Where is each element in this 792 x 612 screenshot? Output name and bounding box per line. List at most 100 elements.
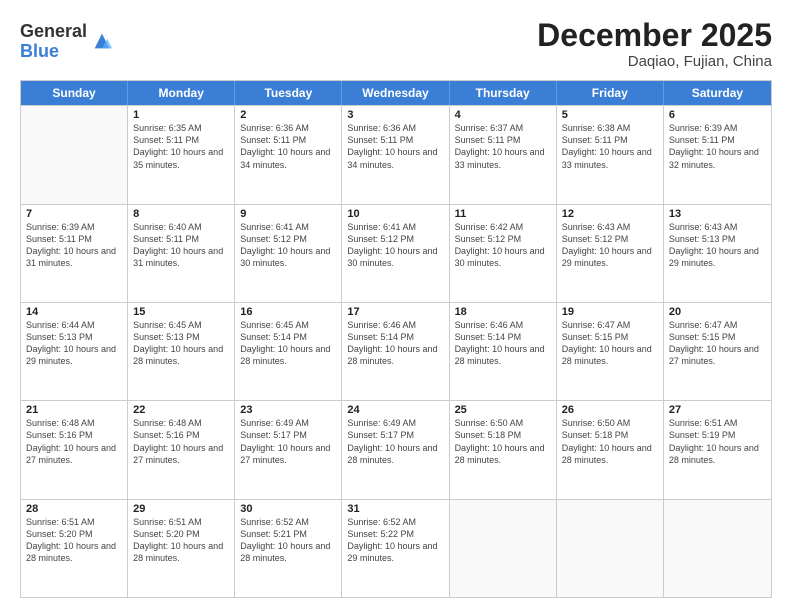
day-number: 8 xyxy=(133,208,229,220)
day-info: Sunrise: 6:51 AM Sunset: 5:20 PM Dayligh… xyxy=(26,516,122,565)
day-number: 19 xyxy=(562,306,658,318)
calendar-cell: 28Sunrise: 6:51 AM Sunset: 5:20 PM Dayli… xyxy=(21,500,128,597)
header-day-sunday: Sunday xyxy=(21,81,128,105)
calendar-cell: 26Sunrise: 6:50 AM Sunset: 5:18 PM Dayli… xyxy=(557,401,664,498)
calendar-row: 1Sunrise: 6:35 AM Sunset: 5:11 PM Daylig… xyxy=(21,105,771,203)
header: General Blue December 2025 Daqiao, Fujia… xyxy=(20,18,772,70)
day-info: Sunrise: 6:44 AM Sunset: 5:13 PM Dayligh… xyxy=(26,319,122,368)
calendar-cell: 9Sunrise: 6:41 AM Sunset: 5:12 PM Daylig… xyxy=(235,205,342,302)
day-number: 1 xyxy=(133,109,229,121)
calendar-cell: 25Sunrise: 6:50 AM Sunset: 5:18 PM Dayli… xyxy=(450,401,557,498)
calendar-cell: 21Sunrise: 6:48 AM Sunset: 5:16 PM Dayli… xyxy=(21,401,128,498)
calendar-cell xyxy=(557,500,664,597)
day-info: Sunrise: 6:46 AM Sunset: 5:14 PM Dayligh… xyxy=(455,319,551,368)
day-info: Sunrise: 6:48 AM Sunset: 5:16 PM Dayligh… xyxy=(26,417,122,466)
day-number: 30 xyxy=(240,503,336,515)
day-info: Sunrise: 6:39 AM Sunset: 5:11 PM Dayligh… xyxy=(669,122,766,171)
calendar-cell: 1Sunrise: 6:35 AM Sunset: 5:11 PM Daylig… xyxy=(128,106,235,203)
day-number: 23 xyxy=(240,404,336,416)
day-number: 9 xyxy=(240,208,336,220)
day-number: 5 xyxy=(562,109,658,121)
calendar-cell: 15Sunrise: 6:45 AM Sunset: 5:13 PM Dayli… xyxy=(128,303,235,400)
day-info: Sunrise: 6:47 AM Sunset: 5:15 PM Dayligh… xyxy=(562,319,658,368)
calendar-cell: 22Sunrise: 6:48 AM Sunset: 5:16 PM Dayli… xyxy=(128,401,235,498)
day-info: Sunrise: 6:50 AM Sunset: 5:18 PM Dayligh… xyxy=(455,417,551,466)
logo-general: General xyxy=(20,22,87,42)
day-info: Sunrise: 6:52 AM Sunset: 5:22 PM Dayligh… xyxy=(347,516,443,565)
header-day-monday: Monday xyxy=(128,81,235,105)
day-number: 4 xyxy=(455,109,551,121)
day-number: 17 xyxy=(347,306,443,318)
day-info: Sunrise: 6:43 AM Sunset: 5:12 PM Dayligh… xyxy=(562,221,658,270)
day-number: 7 xyxy=(26,208,122,220)
day-number: 27 xyxy=(669,404,766,416)
day-number: 6 xyxy=(669,109,766,121)
day-info: Sunrise: 6:37 AM Sunset: 5:11 PM Dayligh… xyxy=(455,122,551,171)
calendar-header: SundayMondayTuesdayWednesdayThursdayFrid… xyxy=(21,81,771,105)
day-number: 18 xyxy=(455,306,551,318)
calendar-cell: 12Sunrise: 6:43 AM Sunset: 5:12 PM Dayli… xyxy=(557,205,664,302)
day-number: 16 xyxy=(240,306,336,318)
day-info: Sunrise: 6:49 AM Sunset: 5:17 PM Dayligh… xyxy=(240,417,336,466)
calendar-row: 21Sunrise: 6:48 AM Sunset: 5:16 PM Dayli… xyxy=(21,400,771,498)
day-info: Sunrise: 6:38 AM Sunset: 5:11 PM Dayligh… xyxy=(562,122,658,171)
month-title: December 2025 xyxy=(537,18,772,53)
day-info: Sunrise: 6:40 AM Sunset: 5:11 PM Dayligh… xyxy=(133,221,229,270)
day-number: 13 xyxy=(669,208,766,220)
day-info: Sunrise: 6:41 AM Sunset: 5:12 PM Dayligh… xyxy=(240,221,336,270)
calendar-cell: 24Sunrise: 6:49 AM Sunset: 5:17 PM Dayli… xyxy=(342,401,449,498)
day-info: Sunrise: 6:50 AM Sunset: 5:18 PM Dayligh… xyxy=(562,417,658,466)
calendar-row: 7Sunrise: 6:39 AM Sunset: 5:11 PM Daylig… xyxy=(21,204,771,302)
calendar-cell: 23Sunrise: 6:49 AM Sunset: 5:17 PM Dayli… xyxy=(235,401,342,498)
day-info: Sunrise: 6:47 AM Sunset: 5:15 PM Dayligh… xyxy=(669,319,766,368)
calendar-cell: 27Sunrise: 6:51 AM Sunset: 5:19 PM Dayli… xyxy=(664,401,771,498)
calendar-cell: 20Sunrise: 6:47 AM Sunset: 5:15 PM Dayli… xyxy=(664,303,771,400)
calendar-cell: 8Sunrise: 6:40 AM Sunset: 5:11 PM Daylig… xyxy=(128,205,235,302)
calendar-body: 1Sunrise: 6:35 AM Sunset: 5:11 PM Daylig… xyxy=(21,105,771,597)
day-info: Sunrise: 6:36 AM Sunset: 5:11 PM Dayligh… xyxy=(240,122,336,171)
header-day-tuesday: Tuesday xyxy=(235,81,342,105)
day-number: 15 xyxy=(133,306,229,318)
day-number: 12 xyxy=(562,208,658,220)
calendar-row: 14Sunrise: 6:44 AM Sunset: 5:13 PM Dayli… xyxy=(21,302,771,400)
calendar-row: 28Sunrise: 6:51 AM Sunset: 5:20 PM Dayli… xyxy=(21,499,771,597)
day-number: 29 xyxy=(133,503,229,515)
day-info: Sunrise: 6:35 AM Sunset: 5:11 PM Dayligh… xyxy=(133,122,229,171)
calendar-cell: 29Sunrise: 6:51 AM Sunset: 5:20 PM Dayli… xyxy=(128,500,235,597)
day-info: Sunrise: 6:49 AM Sunset: 5:17 PM Dayligh… xyxy=(347,417,443,466)
day-number: 10 xyxy=(347,208,443,220)
calendar-cell: 11Sunrise: 6:42 AM Sunset: 5:12 PM Dayli… xyxy=(450,205,557,302)
logo-icon xyxy=(91,30,113,52)
day-info: Sunrise: 6:51 AM Sunset: 5:19 PM Dayligh… xyxy=(669,417,766,466)
calendar-cell: 5Sunrise: 6:38 AM Sunset: 5:11 PM Daylig… xyxy=(557,106,664,203)
day-info: Sunrise: 6:51 AM Sunset: 5:20 PM Dayligh… xyxy=(133,516,229,565)
calendar-cell: 3Sunrise: 6:36 AM Sunset: 5:11 PM Daylig… xyxy=(342,106,449,203)
calendar-cell: 16Sunrise: 6:45 AM Sunset: 5:14 PM Dayli… xyxy=(235,303,342,400)
day-number: 21 xyxy=(26,404,122,416)
header-day-saturday: Saturday xyxy=(664,81,771,105)
day-info: Sunrise: 6:52 AM Sunset: 5:21 PM Dayligh… xyxy=(240,516,336,565)
calendar-cell: 17Sunrise: 6:46 AM Sunset: 5:14 PM Dayli… xyxy=(342,303,449,400)
day-info: Sunrise: 6:39 AM Sunset: 5:11 PM Dayligh… xyxy=(26,221,122,270)
calendar-cell: 18Sunrise: 6:46 AM Sunset: 5:14 PM Dayli… xyxy=(450,303,557,400)
calendar-cell: 2Sunrise: 6:36 AM Sunset: 5:11 PM Daylig… xyxy=(235,106,342,203)
header-day-friday: Friday xyxy=(557,81,664,105)
logo: General Blue xyxy=(20,22,113,62)
day-info: Sunrise: 6:45 AM Sunset: 5:14 PM Dayligh… xyxy=(240,319,336,368)
calendar-cell xyxy=(21,106,128,203)
day-info: Sunrise: 6:46 AM Sunset: 5:14 PM Dayligh… xyxy=(347,319,443,368)
day-info: Sunrise: 6:36 AM Sunset: 5:11 PM Dayligh… xyxy=(347,122,443,171)
day-number: 11 xyxy=(455,208,551,220)
day-info: Sunrise: 6:45 AM Sunset: 5:13 PM Dayligh… xyxy=(133,319,229,368)
day-number: 31 xyxy=(347,503,443,515)
day-number: 26 xyxy=(562,404,658,416)
title-block: December 2025 Daqiao, Fujian, China xyxy=(537,18,772,70)
calendar-cell xyxy=(450,500,557,597)
calendar-cell: 6Sunrise: 6:39 AM Sunset: 5:11 PM Daylig… xyxy=(664,106,771,203)
calendar-cell: 19Sunrise: 6:47 AM Sunset: 5:15 PM Dayli… xyxy=(557,303,664,400)
calendar-cell: 14Sunrise: 6:44 AM Sunset: 5:13 PM Dayli… xyxy=(21,303,128,400)
day-number: 28 xyxy=(26,503,122,515)
day-number: 2 xyxy=(240,109,336,121)
calendar-cell xyxy=(664,500,771,597)
day-number: 22 xyxy=(133,404,229,416)
